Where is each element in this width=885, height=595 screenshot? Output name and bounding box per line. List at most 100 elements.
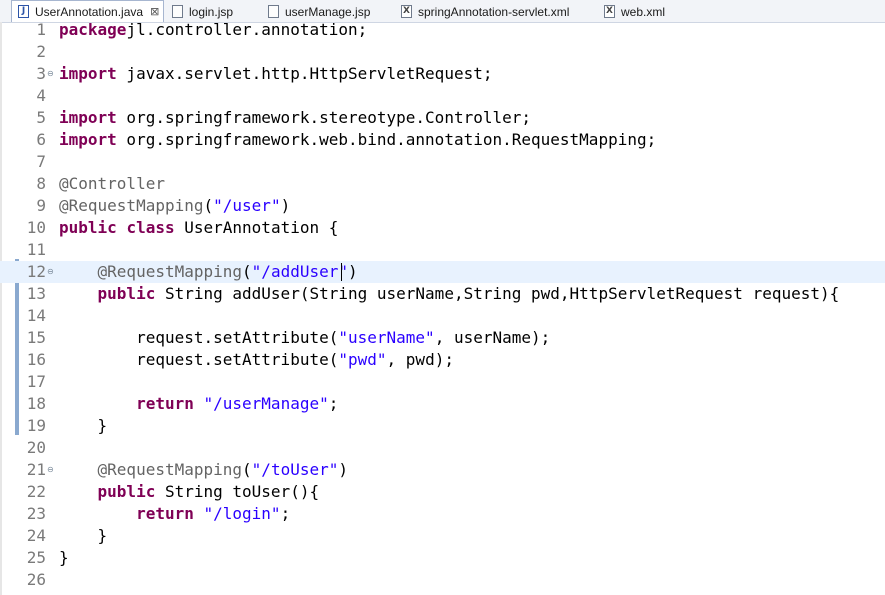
code-string: "/user" — [213, 196, 281, 215]
code-string: "/userManage" — [203, 394, 329, 413]
code-text[interactable]: import org.springframework.web.bind.anno… — [59, 129, 656, 151]
line-number: 10 — [26, 218, 46, 237]
xml-file-icon: X — [401, 5, 412, 18]
code-keyword: public — [59, 218, 117, 237]
tab-user-manage-jsp[interactable]: userManage.jsp — [268, 1, 370, 22]
tab-user-annotation-java[interactable]: J UserAnnotation.java ⊠ — [11, 0, 165, 22]
code-line[interactable]: 6 import org.springframework.web.bind.ann… — [0, 129, 885, 151]
code-line[interactable]: 19 } — [0, 415, 885, 437]
code-token: javax.servlet.http.HttpServletRequest; — [116, 64, 493, 83]
line-number: 26 — [26, 570, 46, 589]
code-editor[interactable]: 1 packagejl.controller.annotation; 2 3 ⊖ impo… — [0, 22, 885, 595]
code-text[interactable]: packagejl.controller.annotation; — [59, 22, 367, 41]
code-token: ( — [242, 262, 252, 281]
editor-tab-bar: J UserAnnotation.java ⊠ login.jsp userMa… — [0, 0, 885, 23]
code-token: request.setAttribute( — [59, 328, 339, 347]
fold-collapse-icon[interactable]: ⊖ — [47, 267, 54, 276]
code-token: } — [59, 548, 69, 567]
code-text[interactable]: } — [59, 415, 108, 437]
code-token: org.springframework.web.bind.annotation.… — [116, 130, 657, 149]
line-number: 25 — [26, 548, 46, 567]
code-line[interactable]: 5 import org.springframework.stereotype.C… — [0, 107, 885, 129]
code-line[interactable]: 1 packagejl.controller.annotation; — [0, 22, 885, 41]
code-token: } — [59, 526, 108, 545]
code-line[interactable]: 20 — [0, 437, 885, 459]
code-line[interactable]: 13 public String addUser(String userName… — [0, 283, 885, 305]
line-number: 21 — [26, 460, 46, 479]
code-line[interactable]: 21 ⊖ @RequestMapping("/toUser") — [0, 459, 885, 481]
code-token: , pwd); — [386, 350, 454, 369]
code-text[interactable]: public class UserAnnotation { — [59, 217, 338, 239]
code-text[interactable]: } — [59, 525, 108, 547]
code-line[interactable]: 8 @Controller — [0, 173, 885, 195]
code-line[interactable]: 7 — [0, 151, 885, 173]
tab-web-xml[interactable]: X web.xml — [604, 1, 665, 22]
code-text[interactable]: import org.springframework.stereotype.Co… — [59, 107, 531, 129]
code-line[interactable]: 24 } — [0, 525, 885, 547]
code-text[interactable]: @RequestMapping("/toUser") — [59, 459, 348, 481]
line-number: 11 — [26, 240, 46, 259]
code-text[interactable]: request.setAttribute("pwd", pwd); — [59, 349, 454, 371]
code-line[interactable]: 14 — [0, 305, 885, 327]
tab-login-jsp[interactable]: login.jsp — [172, 1, 233, 22]
code-keyword: import — [59, 108, 117, 127]
code-text[interactable]: import javax.servlet.http.HttpServletReq… — [59, 63, 492, 85]
code-text[interactable]: @Controller — [59, 173, 165, 195]
code-line[interactable]: 17 — [0, 371, 885, 393]
line-number: 9 — [36, 196, 46, 215]
tab-label: login.jsp — [189, 4, 234, 19]
code-line[interactable]: 12 ⊖ @RequestMapping("/addUser") — [0, 261, 885, 283]
code-line[interactable]: 26 — [0, 569, 885, 591]
code-text[interactable]: return "/login"; — [59, 503, 290, 525]
code-line[interactable]: 11 — [0, 239, 885, 261]
code-line[interactable]: 16 request.setAttribute("pwd", pwd); — [0, 349, 885, 371]
code-keyword: public — [97, 284, 156, 303]
code-keyword: package — [59, 22, 127, 39]
code-token: , userName); — [434, 328, 551, 347]
line-number: 19 — [26, 416, 46, 435]
code-line[interactable]: 4 — [0, 85, 885, 107]
code-text[interactable]: public String addUser(String userName,St… — [59, 283, 840, 305]
code-text[interactable]: @RequestMapping("/addUser") — [59, 261, 358, 283]
fold-collapse-icon[interactable]: ⊖ — [47, 465, 54, 474]
code-keyword: class — [126, 218, 175, 237]
line-number: 5 — [36, 108, 46, 127]
code-annotation: @RequestMapping — [97, 460, 243, 479]
code-line[interactable]: 22 public String toUser(){ — [0, 481, 885, 503]
close-tab-icon[interactable]: ⊠ — [150, 5, 159, 18]
line-number: 4 — [36, 86, 46, 105]
line-number: 1 — [36, 22, 46, 39]
code-annotation: @RequestMapping — [59, 196, 204, 215]
code-line[interactable]: 2 — [0, 41, 885, 63]
code-line[interactable]: 10 public class UserAnnotation { — [0, 217, 885, 239]
code-text[interactable]: } — [59, 547, 69, 569]
code-line[interactable]: 23 return "/login"; — [0, 503, 885, 525]
code-text[interactable]: @RequestMapping("/user") — [59, 195, 290, 217]
tab-spring-annotation-servlet-xml[interactable]: X springAnnotation-servlet.xml — [401, 1, 569, 22]
fold-collapse-icon[interactable]: ⊖ — [47, 69, 54, 78]
code-text[interactable]: request.setAttribute("userName", userNam… — [59, 327, 550, 349]
line-number: 6 — [36, 130, 46, 149]
code-token: ) — [338, 460, 349, 479]
code-keyword: return — [136, 394, 194, 413]
code-line[interactable]: 9 @RequestMapping("/user") — [0, 195, 885, 217]
code-line[interactable]: 25} — [0, 547, 885, 569]
code-string: "userName" — [338, 328, 435, 347]
code-token: ( — [242, 460, 252, 479]
code-token: ) — [348, 262, 358, 281]
code-token: org.springframework.stereotype.Controlle… — [116, 108, 532, 127]
line-number: 8 — [36, 174, 46, 193]
code-line[interactable]: 15 request.setAttribute("userName", user… — [0, 327, 885, 349]
code-line[interactable]: 3 ⊖ import javax.servlet.http.HttpServletR… — [0, 63, 885, 85]
code-keyword: public — [97, 482, 156, 501]
code-text[interactable]: public String toUser(){ — [59, 481, 320, 503]
code-token: ; — [328, 394, 339, 413]
code-line[interactable]: 18 return "/userManage"; — [0, 393, 885, 415]
line-number: 7 — [36, 152, 46, 171]
code-text[interactable]: return "/userManage"; — [59, 393, 338, 415]
code-string: "/login" — [203, 504, 281, 523]
